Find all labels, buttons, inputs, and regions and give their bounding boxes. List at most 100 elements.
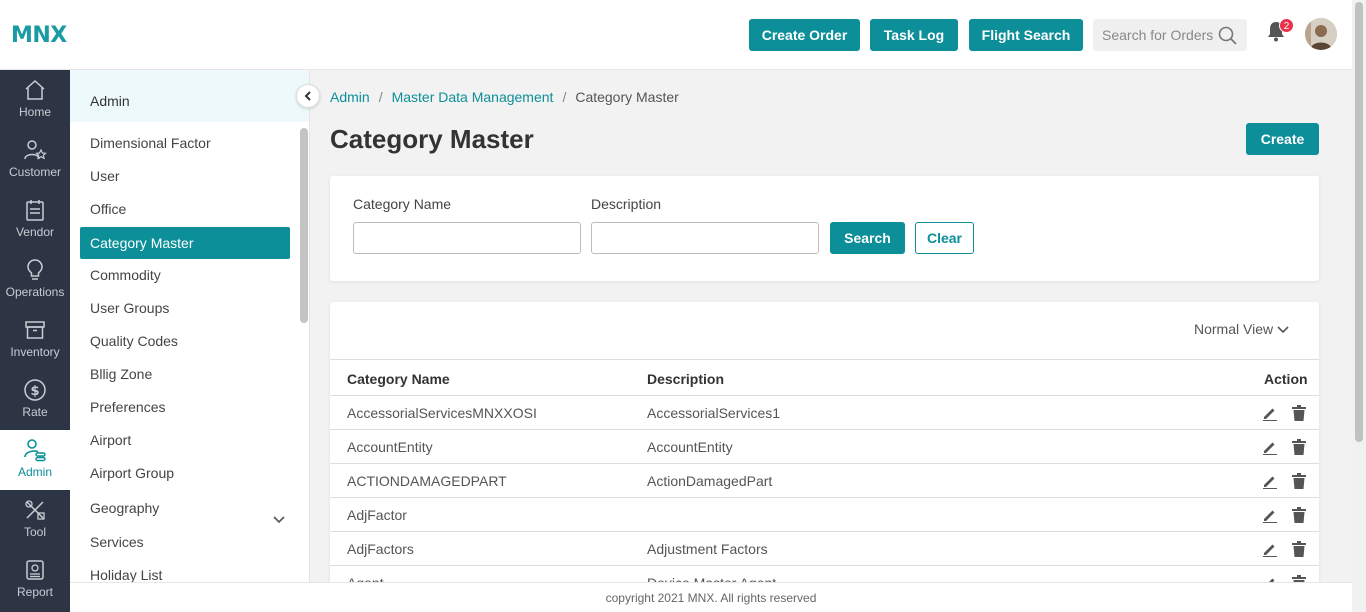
submenu-item-airport[interactable]: Airport bbox=[80, 424, 290, 456]
column-header-category-name[interactable]: Category Name bbox=[347, 371, 450, 387]
rail-item-home[interactable]: Home bbox=[0, 70, 70, 130]
submenu-item-geography-label: Geography bbox=[90, 500, 160, 516]
chevron-down-icon bbox=[1277, 326, 1289, 334]
rail-item-operations[interactable]: Operations bbox=[0, 250, 70, 310]
submenu-item-preferences[interactable]: Preferences bbox=[80, 391, 290, 423]
flight-search-button[interactable]: Flight Search bbox=[969, 19, 1083, 51]
delete-icon[interactable] bbox=[1292, 405, 1306, 426]
view-selector[interactable]: Normal View bbox=[1194, 321, 1289, 337]
rail-label-home: Home bbox=[18, 105, 51, 119]
rail-label-admin: Admin bbox=[17, 465, 52, 479]
submenu-item-user-groups[interactable]: User Groups bbox=[80, 292, 290, 324]
submenu-header: Admin bbox=[70, 70, 309, 122]
table-row: AccountEntity AccountEntity bbox=[330, 430, 1319, 464]
customer-icon bbox=[0, 138, 70, 162]
filter-panel: Category Name Description Search Clear bbox=[330, 176, 1319, 281]
edit-icon[interactable] bbox=[1262, 439, 1278, 460]
page-title: Category Master bbox=[330, 124, 534, 154]
search-button[interactable]: Search bbox=[830, 222, 905, 254]
rail-item-customer[interactable]: Customer bbox=[0, 130, 70, 190]
category-table: Normal View Category Name Description Ac… bbox=[330, 302, 1319, 592]
left-nav-rail: Home Customer Vendor Operations Inventor… bbox=[0, 70, 70, 612]
cell-category-name: AdjFactor bbox=[347, 507, 407, 523]
vendor-icon bbox=[0, 198, 70, 222]
column-header-description[interactable]: Description bbox=[647, 371, 724, 387]
breadcrumb-admin[interactable]: Admin bbox=[330, 89, 370, 105]
submenu-item-geography[interactable]: Geography bbox=[80, 492, 290, 524]
chevron-left-icon bbox=[297, 91, 319, 111]
delete-icon[interactable] bbox=[1292, 473, 1306, 494]
search-icon[interactable] bbox=[1218, 26, 1238, 51]
top-header: MNX Create Order Task Log Flight Search … bbox=[0, 0, 1352, 70]
rail-item-tool[interactable]: Tool bbox=[0, 490, 70, 550]
cell-category-name: AdjFactors bbox=[347, 541, 414, 557]
rate-icon: $ bbox=[0, 378, 70, 402]
task-log-button[interactable]: Task Log bbox=[870, 19, 958, 51]
edit-icon[interactable] bbox=[1262, 541, 1278, 562]
report-icon bbox=[0, 558, 70, 582]
rail-label-operations: Operations bbox=[5, 285, 65, 299]
cell-category-name: AccessorialServicesMNXXOSI bbox=[347, 405, 537, 421]
table-row: AccessorialServicesMNXXOSI AccessorialSe… bbox=[330, 396, 1319, 430]
breadcrumb-master-data-management[interactable]: Master Data Management bbox=[392, 89, 554, 105]
rail-item-admin[interactable]: Admin bbox=[0, 430, 70, 490]
page-scrollbar[interactable] bbox=[1352, 0, 1366, 612]
user-avatar[interactable] bbox=[1305, 18, 1337, 50]
collapse-sidebar-button[interactable] bbox=[296, 84, 320, 108]
submenu-item-services[interactable]: Services bbox=[80, 526, 290, 558]
cell-description: Adjustment Factors bbox=[647, 541, 768, 557]
create-button[interactable]: Create bbox=[1246, 123, 1319, 155]
order-search-box bbox=[1093, 19, 1247, 51]
edit-icon[interactable] bbox=[1262, 405, 1278, 426]
rail-label-rate: Rate bbox=[22, 405, 48, 419]
submenu-item-holiday-list[interactable]: Holiday List bbox=[80, 559, 290, 582]
submenu-item-category-master[interactable]: Category Master bbox=[80, 227, 290, 259]
rail-item-vendor[interactable]: Vendor bbox=[0, 190, 70, 250]
mnx-logo[interactable]: MNX bbox=[11, 23, 67, 48]
category-name-input[interactable] bbox=[353, 222, 581, 254]
clear-button[interactable]: Clear bbox=[915, 222, 974, 254]
cell-description: AccessorialServices1 bbox=[647, 405, 781, 421]
rail-item-report[interactable]: Report bbox=[0, 550, 70, 610]
submenu-title: Admin bbox=[90, 93, 130, 109]
rail-item-rate[interactable]: $ Rate bbox=[0, 370, 70, 430]
submenu-scrollbar[interactable] bbox=[300, 128, 308, 323]
submenu-item-user[interactable]: User bbox=[80, 160, 290, 192]
breadcrumb-separator: / bbox=[562, 89, 567, 105]
column-header-action: Action bbox=[1264, 371, 1308, 387]
rail-label-report: Report bbox=[16, 585, 54, 599]
delete-icon[interactable] bbox=[1292, 439, 1306, 460]
page-scrollbar-thumb[interactable] bbox=[1355, 2, 1363, 442]
rail-label-customer: Customer bbox=[8, 165, 61, 179]
operations-icon bbox=[0, 258, 70, 282]
cell-description: AccountEntity bbox=[647, 439, 733, 455]
table-row: AdjFactor bbox=[330, 498, 1319, 532]
edit-icon[interactable] bbox=[1262, 507, 1278, 528]
home-icon bbox=[0, 78, 70, 102]
description-label: Description bbox=[591, 196, 662, 212]
breadcrumb-separator: / bbox=[378, 89, 383, 105]
view-selector-label: Normal View bbox=[1194, 321, 1274, 337]
description-input[interactable] bbox=[591, 222, 819, 254]
rail-item-inventory[interactable]: Inventory bbox=[0, 310, 70, 370]
delete-icon[interactable] bbox=[1292, 541, 1306, 562]
submenu-item-dimensional-factor[interactable]: Dimensional Factor bbox=[80, 127, 290, 159]
category-name-label: Category Name bbox=[353, 196, 452, 212]
breadcrumb-current: Category Master bbox=[575, 89, 679, 105]
notification-badge: 2 bbox=[1279, 18, 1294, 33]
delete-icon[interactable] bbox=[1292, 507, 1306, 528]
submenu-item-quality-codes[interactable]: Quality Codes bbox=[80, 325, 290, 357]
cell-description: ActionDamagedPart bbox=[647, 473, 773, 489]
order-search-input[interactable] bbox=[1093, 19, 1219, 51]
submenu-item-commodity[interactable]: Commodity bbox=[80, 259, 290, 291]
rail-label-vendor: Vendor bbox=[15, 225, 55, 239]
cell-category-name: AccountEntity bbox=[347, 439, 433, 455]
submenu-item-office[interactable]: Office bbox=[80, 193, 290, 225]
submenu-item-airport-group[interactable]: Airport Group bbox=[80, 457, 290, 489]
edit-icon[interactable] bbox=[1262, 473, 1278, 494]
admin-submenu: Admin Dimensional Factor User Office Cat… bbox=[70, 70, 310, 582]
rail-label-inventory: Inventory bbox=[10, 345, 60, 359]
submenu-item-billing-zone[interactable]: Bllig Zone bbox=[80, 358, 290, 390]
create-order-button[interactable]: Create Order bbox=[749, 19, 860, 51]
breadcrumb: Admin / Master Data Management / Category Ma… bbox=[330, 89, 679, 105]
